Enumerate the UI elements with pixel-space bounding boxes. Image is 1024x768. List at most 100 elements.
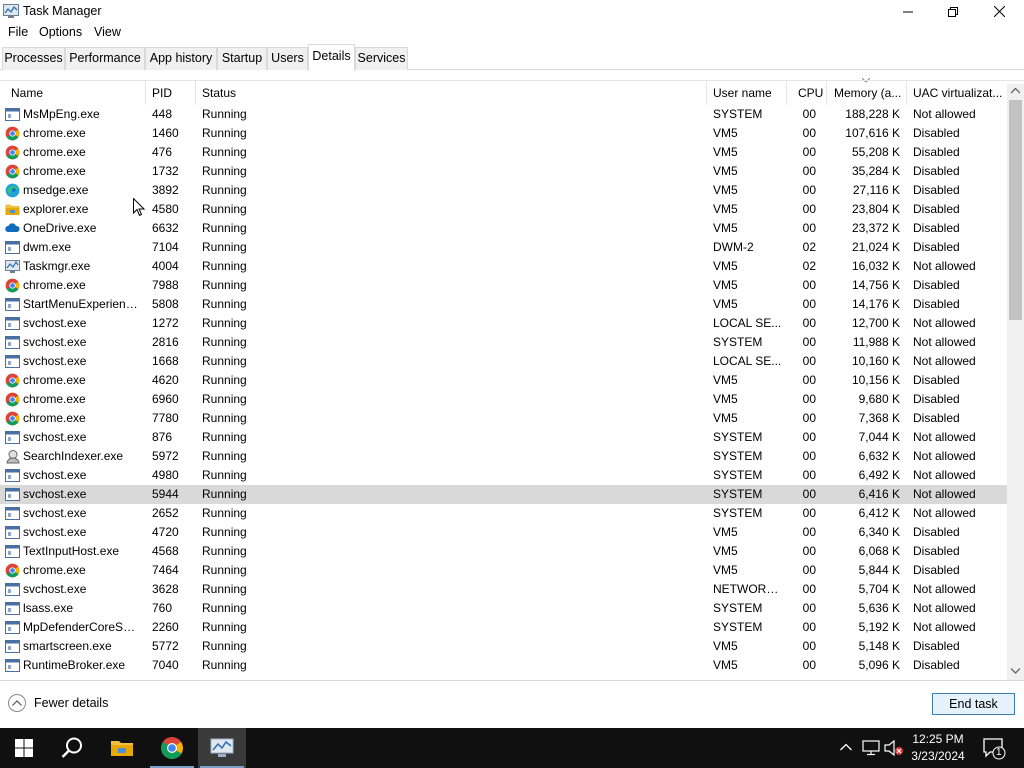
table-row[interactable]: SearchIndexer.exe 5972 Running SYSTEM 00 6,63…: [0, 447, 1007, 466]
table-row[interactable]: dwm.exe 7104 Running DWM-2 02 21,024 K Disable…: [0, 238, 1007, 257]
restore-button[interactable]: [930, 0, 976, 23]
minimize-button[interactable]: [885, 0, 931, 23]
table-row[interactable]: chrome.exe 1460 Running VM5 00 107,616 K Disab…: [0, 124, 1007, 143]
table-row[interactable]: StartMenuExperienc... 5808 Running VM5 00 14,…: [0, 295, 1007, 314]
column-divider[interactable]: [906, 81, 907, 105]
table-row[interactable]: TextInputHost.exe 4568 Running VM5 00 6,068 K…: [0, 542, 1007, 561]
table-row[interactable]: Taskmgr.exe 4004 Running VM5 02 16,032 K Not a…: [0, 257, 1007, 276]
process-status: Running: [202, 145, 247, 159]
end-task-button[interactable]: End task: [932, 693, 1015, 715]
process-cpu: 00: [802, 639, 816, 653]
table-row[interactable]: chrome.exe 476 Running VM5 00 55,208 K Disable…: [0, 143, 1007, 162]
process-cpu: 00: [802, 601, 816, 615]
start-button[interactable]: [0, 728, 48, 768]
table-row[interactable]: chrome.exe 7780 Running VM5 00 7,368 K Disable…: [0, 409, 1007, 428]
table-row[interactable]: svchost.exe 4720 Running VM5 00 6,340 K Disabl…: [0, 523, 1007, 542]
process-uac-virtualization: Not allowed: [913, 601, 976, 615]
table-row[interactable]: smartscreen.exe 5772 Running VM5 00 5,148 K Di…: [0, 637, 1007, 656]
task-manager-icon: [3, 4, 19, 18]
table-row[interactable]: lsass.exe 760 Running SYSTEM 00 5,636 K Not al…: [0, 599, 1007, 618]
table-row[interactable]: RuntimeBroker.exe 7040 Running VM5 00 5,096 K…: [0, 656, 1007, 675]
table-row[interactable]: svchost.exe 876 Running SYSTEM 00 7,044 K Not …: [0, 428, 1007, 447]
column-header-cpu[interactable]: CPU: [798, 86, 823, 100]
process-cpu: 00: [802, 544, 816, 558]
process-uac-virtualization: Disabled: [913, 525, 960, 539]
table-row[interactable]: svchost.exe 2816 Running SYSTEM 00 11,988 K No…: [0, 333, 1007, 352]
tab-details[interactable]: Details: [308, 44, 355, 71]
network-icon[interactable]: [862, 740, 880, 756]
table-row[interactable]: svchost.exe 1668 Running LOCAL SE... 00 10,16…: [0, 352, 1007, 371]
tab-performance[interactable]: Performance: [65, 47, 145, 70]
process-name: svchost.exe: [23, 468, 87, 482]
process-user-name: VM5: [713, 658, 738, 672]
tab-app-history[interactable]: App history: [145, 47, 217, 70]
tab-processes[interactable]: Processes: [2, 47, 65, 70]
process-status: Running: [202, 354, 247, 368]
process-uac-virtualization: Disabled: [913, 373, 960, 387]
table-row[interactable]: chrome.exe 7988 Running VM5 00 14,756 K Disabl…: [0, 276, 1007, 295]
table-row[interactable]: OneDrive.exe 6632 Running VM5 00 23,372 K Disa…: [0, 219, 1007, 238]
table-row[interactable]: chrome.exe 7464 Running VM5 00 5,844 K Disable…: [0, 561, 1007, 580]
chevron-up-icon: [8, 694, 26, 712]
menu-file[interactable]: File: [8, 25, 28, 39]
process-status: Running: [202, 183, 247, 197]
process-uac-virtualization: Not allowed: [913, 354, 976, 368]
column-divider[interactable]: [145, 81, 146, 105]
tab-users[interactable]: Users: [267, 47, 308, 70]
scroll-up-icon[interactable]: [1011, 88, 1020, 94]
table-row[interactable]: svchost.exe 1272 Running LOCAL SE... 00 12,70…: [0, 314, 1007, 333]
show-hidden-icons-chevron-icon[interactable]: [840, 743, 852, 751]
process-status: Running: [202, 221, 247, 235]
process-name: svchost.exe: [23, 316, 87, 330]
table-row[interactable]: MsMpEng.exe 448 Running SYSTEM 00 188,228 K No…: [0, 105, 1007, 124]
process-status: Running: [202, 259, 247, 273]
fewer-details-button[interactable]: Fewer details: [8, 694, 108, 712]
process-name: svchost.exe: [23, 354, 87, 368]
table-row[interactable]: msedge.exe 3892 Running VM5 00 27,116 K Disabl…: [0, 181, 1007, 200]
column-header-uac[interactable]: UAC virtualizat...: [913, 86, 1005, 100]
column-header-name[interactable]: Name: [11, 86, 43, 100]
column-header-pid[interactable]: PID: [152, 86, 172, 100]
action-center-button[interactable]: 1: [982, 736, 1006, 760]
table-row[interactable]: explorer.exe 4580 Running VM5 00 23,804 K Disa…: [0, 200, 1007, 219]
column-divider[interactable]: [706, 81, 707, 105]
column-divider[interactable]: [826, 81, 827, 105]
volume-muted-icon[interactable]: [884, 739, 904, 757]
table-row[interactable]: chrome.exe 1732 Running VM5 00 35,284 K Disabl…: [0, 162, 1007, 181]
process-uac-virtualization: Disabled: [913, 563, 960, 577]
menu-view[interactable]: View: [94, 25, 121, 39]
search-button[interactable]: [48, 728, 96, 768]
file-explorer-button[interactable]: [98, 728, 146, 768]
column-header-user-name[interactable]: User name: [713, 86, 772, 100]
process-pid: 5944: [152, 487, 179, 501]
tab-services[interactable]: Services: [355, 47, 408, 70]
column-header-memory[interactable]: Memory (a...: [834, 86, 904, 100]
table-row[interactable]: svchost.exe 3628 Running NETWORK... 00 5,704 …: [0, 580, 1007, 599]
scrollbar-thumb[interactable]: [1009, 100, 1022, 320]
table-row[interactable]: chrome.exe 4620 Running VM5 00 10,156 K Disabl…: [0, 371, 1007, 390]
process-uac-virtualization: Disabled: [913, 202, 960, 216]
process-cpu: 00: [802, 506, 816, 520]
table-row[interactable]: svchost.exe 5944 Running SYSTEM 00 6,416 K Not…: [0, 485, 1007, 504]
title-bar[interactable]: Task Manager: [0, 0, 1024, 23]
process-cpu: 00: [802, 658, 816, 672]
menu-options[interactable]: Options: [39, 25, 82, 39]
process-user-name: VM5: [713, 126, 738, 140]
tab-startup[interactable]: Startup: [217, 47, 267, 70]
scroll-down-icon[interactable]: [1011, 668, 1020, 674]
table-row[interactable]: svchost.exe 4980 Running SYSTEM 00 6,492 K Not…: [0, 466, 1007, 485]
taskbar-clock[interactable]: 12:25 PM 3/23/2024: [905, 731, 971, 765]
table-row[interactable]: svchost.exe 2652 Running SYSTEM 00 6,412 K Not…: [0, 504, 1007, 523]
process-uac-virtualization: Disabled: [913, 240, 960, 254]
chrome-taskbar-button[interactable]: [148, 728, 196, 768]
process-uac-virtualization: Not allowed: [913, 620, 976, 634]
process-user-name: VM5: [713, 411, 738, 425]
column-divider[interactable]: [195, 81, 196, 105]
close-button[interactable]: [976, 0, 1022, 23]
column-header-status[interactable]: Status: [202, 86, 236, 100]
column-divider[interactable]: [786, 81, 787, 105]
vertical-scrollbar[interactable]: [1007, 84, 1024, 680]
table-row[interactable]: chrome.exe 6960 Running VM5 00 9,680 K Disable…: [0, 390, 1007, 409]
table-row[interactable]: MpDefenderCoreSer... 2260 Running SYSTEM 00 5…: [0, 618, 1007, 637]
task-manager-taskbar-button[interactable]: [198, 728, 246, 768]
